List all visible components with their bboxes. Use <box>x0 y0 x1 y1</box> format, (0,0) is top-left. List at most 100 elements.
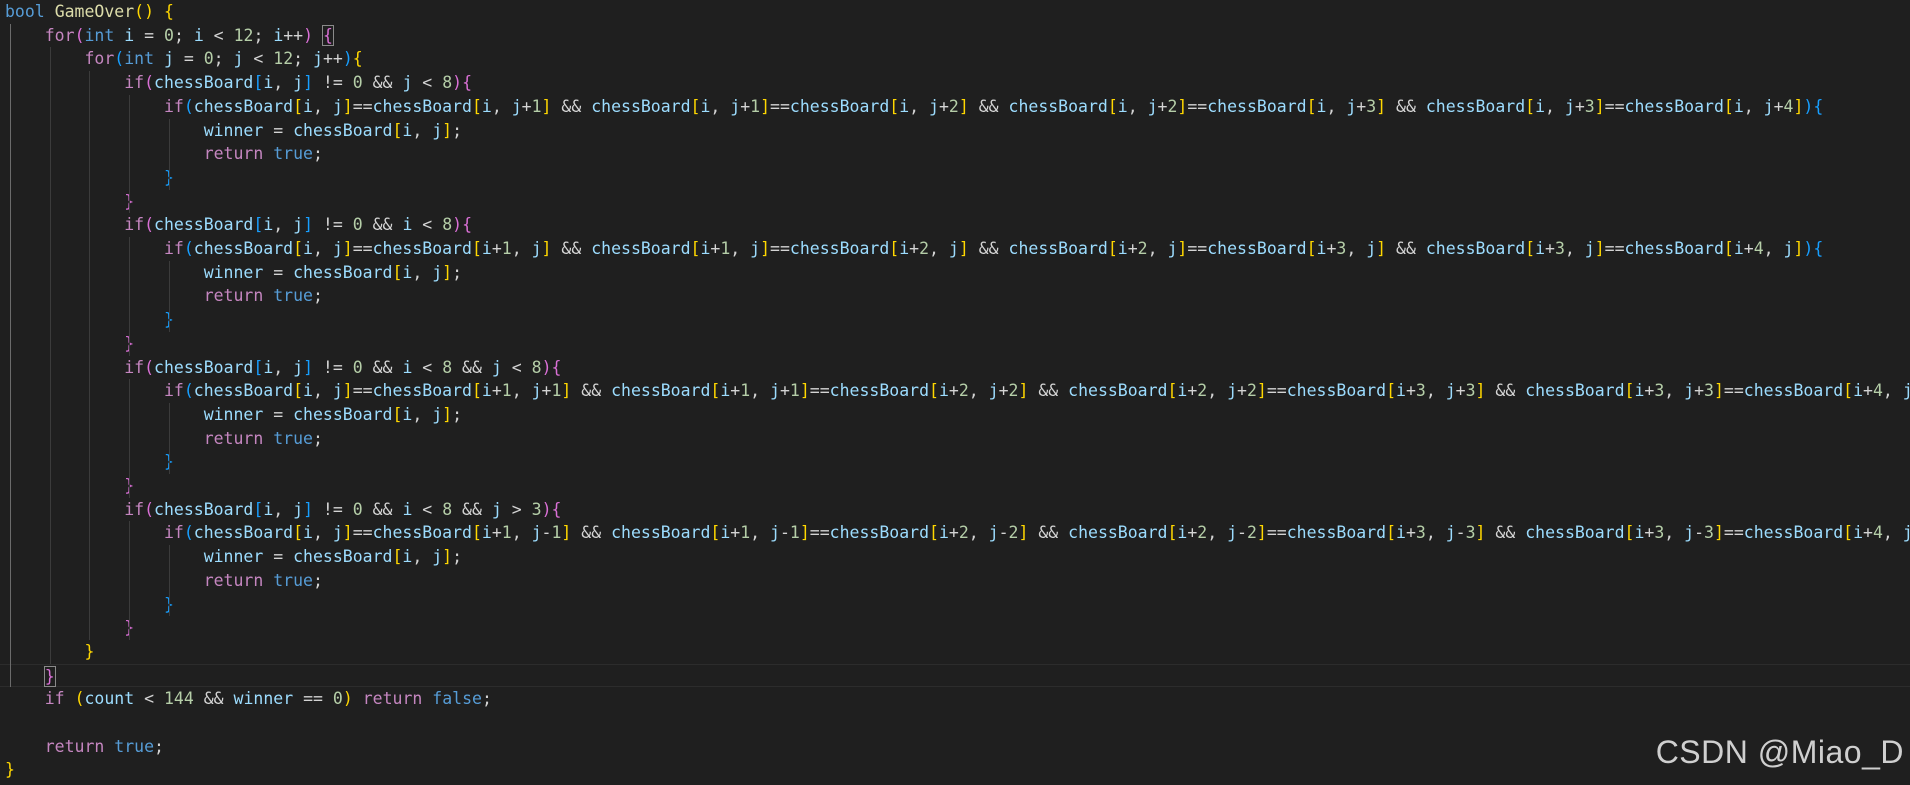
code-token: == <box>1604 239 1625 258</box>
code-token: j <box>988 381 999 401</box>
code-line[interactable]: winner = chessBoard[i, j]; <box>0 545 1910 569</box>
code-line[interactable]: return true; <box>0 427 1910 451</box>
code-token: [ <box>1107 96 1118 116</box>
code-token: ] <box>1594 96 1605 116</box>
code-line[interactable] <box>0 711 1910 735</box>
code-token: && <box>362 215 403 235</box>
code-line[interactable]: if(chessBoard[i, j]==chessBoard[i+1, j] … <box>0 237 1910 261</box>
code-token: ] <box>1475 381 1486 401</box>
code-line[interactable]: return true; <box>0 735 1910 759</box>
code-line[interactable]: bool GameOver() { <box>0 0 1910 24</box>
code-token: 1 <box>789 523 800 543</box>
code-line[interactable]: return true; <box>0 284 1910 308</box>
code-token: ( <box>183 96 194 116</box>
code-line[interactable]: } <box>0 474 1910 498</box>
code-token: [ <box>690 239 701 258</box>
code-line[interactable]: for(int j = 0; j < 12; j++){ <box>0 47 1910 71</box>
code-token: i <box>1634 381 1645 401</box>
code-token: 3 <box>1704 523 1714 543</box>
code-token: == <box>352 239 373 258</box>
code-line[interactable]: winner = chessBoard[i, j]; <box>0 403 1910 427</box>
code-token: true <box>273 428 313 448</box>
code-line[interactable]: return true; <box>0 569 1910 593</box>
code-token: , <box>1326 96 1347 116</box>
code-line[interactable]: if(chessBoard[i, j] != 0 && i < 8 && j <… <box>0 356 1910 380</box>
code-line[interactable]: if(chessBoard[i, j]==chessBoard[i+1, j-1… <box>0 521 1910 545</box>
code-token: < <box>412 215 443 235</box>
code-token: == <box>1187 239 1208 258</box>
code-token: { <box>322 24 334 46</box>
code-line[interactable]: if(chessBoard[i, j]==chessBoard[i+1, j+1… <box>0 379 1910 403</box>
code-token: ] <box>1793 96 1804 116</box>
code-token: i <box>1634 523 1645 543</box>
code-token: return <box>44 736 105 756</box>
code-token: chessBoard <box>829 523 930 543</box>
code-token: 0 <box>352 73 363 93</box>
code-token: 0 <box>332 689 343 709</box>
code-token: 1 <box>501 523 512 543</box>
code-token: + <box>1187 381 1198 401</box>
code-line[interactable]: } <box>0 332 1910 356</box>
code-line[interactable]: if (count < 144 && winner == 0) return f… <box>0 687 1910 711</box>
code-line[interactable]: } <box>0 166 1910 190</box>
code-token: + <box>1863 381 1873 401</box>
code-token: true <box>273 144 313 164</box>
indent-guide <box>129 521 131 640</box>
code-token: ] <box>303 357 313 377</box>
code-token: 2 <box>958 381 969 401</box>
code-line[interactable]: } <box>0 640 1910 664</box>
code-token: i <box>402 120 413 140</box>
code-line[interactable]: return true; <box>0 142 1910 166</box>
code-token: + <box>541 381 552 401</box>
code-line[interactable]: } <box>0 758 1910 782</box>
code-token: [ <box>253 357 264 377</box>
code-token: [ <box>710 381 721 401</box>
code-token: , <box>312 523 333 543</box>
code-line[interactable]: if(chessBoard[i, j]==chessBoard[i, j+1] … <box>0 95 1910 119</box>
code-token: - <box>541 523 552 543</box>
code-token: [ <box>293 381 304 401</box>
code-line[interactable]: for(int i = 0; i < 12; i++) { <box>0 24 1910 48</box>
code-line[interactable]: winner = chessBoard[i, j]; <box>0 261 1910 285</box>
code-token: + <box>1356 96 1367 116</box>
code-line[interactable]: if(chessBoard[i, j] != 0 && j < 8){ <box>0 71 1910 95</box>
code-editor[interactable]: bool GameOver() { for(int i = 0; i < 12;… <box>0 0 1910 785</box>
code-token: j <box>432 547 443 567</box>
code-line[interactable]: winner = chessBoard[i, j]; <box>0 119 1910 143</box>
code-token: + <box>998 381 1009 401</box>
code-token: i <box>402 215 413 235</box>
code-token: ; <box>452 547 463 567</box>
code-line[interactable]: if(chessBoard[i, j] != 0 && i < 8 && j >… <box>0 498 1910 522</box>
code-line[interactable]: if(chessBoard[i, j] != 0 && i < 8){ <box>0 213 1910 237</box>
code-token: [ <box>1525 96 1536 116</box>
code-token: + <box>1773 96 1784 116</box>
code-token: ] <box>342 96 353 116</box>
code-token: ] <box>303 73 313 93</box>
code-line[interactable]: } <box>0 450 1910 474</box>
code-line[interactable]: } <box>0 190 1910 214</box>
code-token: i <box>1117 96 1128 116</box>
code-line[interactable]: } <box>0 663 1910 688</box>
code-line[interactable]: } <box>0 308 1910 332</box>
code-token: , <box>1346 239 1367 258</box>
code-token: ] <box>1376 239 1387 258</box>
code-line[interactable]: } <box>0 593 1910 617</box>
code-token: () <box>134 2 155 21</box>
code-token: ; <box>253 25 274 45</box>
code-line[interactable]: } <box>0 616 1910 640</box>
code-token: ] <box>342 239 353 258</box>
code-token: GameOver <box>54 2 135 21</box>
code-token: j <box>1445 381 1456 401</box>
code-token: if <box>163 523 184 543</box>
code-token: ] <box>541 239 552 258</box>
code-token: + <box>948 523 959 543</box>
code-token: chessBoard <box>372 96 472 116</box>
code-token: [ <box>471 381 482 401</box>
code-token: , <box>511 239 532 258</box>
code-token: chessBoard <box>1008 96 1108 116</box>
code-token: { <box>163 2 174 21</box>
